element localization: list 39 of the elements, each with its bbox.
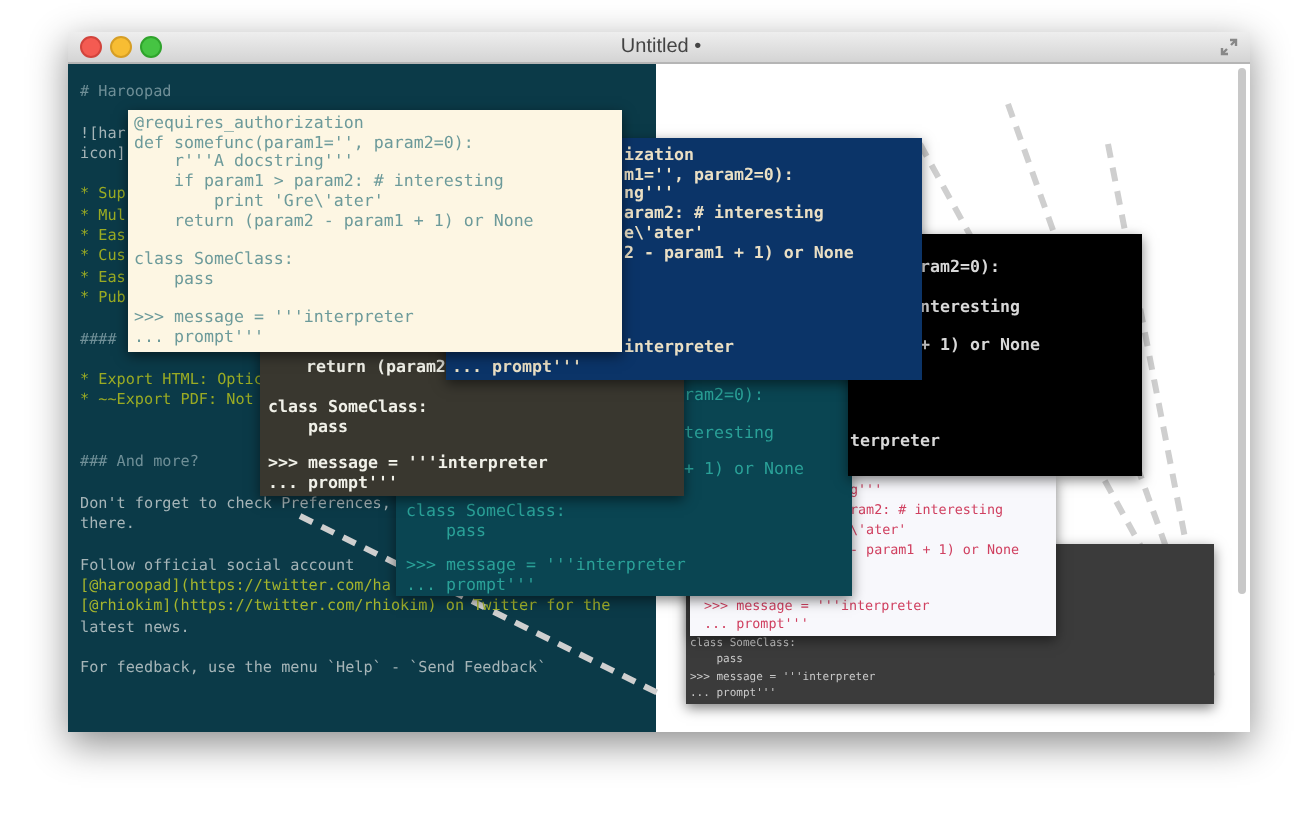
code-line: class SomeClass: <box>406 502 566 522</box>
code-line: ... prompt''' <box>406 575 536 595</box>
code-line: pass <box>171 269 214 289</box>
window-title: Untitled • <box>618 36 704 58</box>
fullscreen-icon[interactable] <box>1220 38 1238 56</box>
code-line: 2 - param1 + 1) or None <box>624 243 854 263</box>
code-line: ... prompt''' <box>268 473 398 493</box>
code-line: ... prompt''' <box>134 327 264 347</box>
code-line: return (param2 <box>306 358 446 378</box>
scrollbar[interactable] <box>1238 68 1246 594</box>
code-line: if param1 > param2: # interesting <box>171 172 504 192</box>
code-line: return (param2 - param1 + 1) or None <box>171 211 534 231</box>
code-line: >>> message = '''interpreter <box>268 454 548 474</box>
code-line: nteresting <box>920 293 1020 320</box>
code-line: ram2=0): <box>920 254 1000 280</box>
code-line: ram2=0): <box>684 382 764 408</box>
code-line: aram2: # interesting <box>624 204 824 224</box>
minimize-button[interactable] <box>110 36 132 58</box>
code-line: terpreter <box>850 432 940 452</box>
code-line: class SomeClass: <box>268 398 428 418</box>
code-line: pass <box>443 521 486 541</box>
code-line: ... prompt''' <box>452 358 582 378</box>
code-line: >>> message = '''interpreter <box>406 556 686 576</box>
code-line: class SomeClass: <box>134 249 294 270</box>
code-line: interpreter <box>624 338 734 358</box>
code-line: e\'ater' <box>624 223 704 244</box>
code-line: r'''A docstring''' <box>171 152 354 173</box>
code-line: def somefunc(param1='', param2=0): <box>134 133 474 153</box>
code-line: ization <box>624 146 694 166</box>
code-line: ng''' <box>624 184 674 205</box>
code-line: pass <box>305 417 348 437</box>
zoom-button[interactable] <box>140 36 162 58</box>
code-line: teresting <box>684 419 774 446</box>
code-line: + 1) or None <box>684 456 804 483</box>
code-line: m1='', param2=0): <box>624 165 794 185</box>
close-button[interactable] <box>80 36 102 58</box>
code-line: @requires_authorization <box>134 114 364 134</box>
code-line: >>> message = '''interpreter <box>134 308 414 328</box>
code-line: print 'Gre\'ater' <box>213 191 384 212</box>
